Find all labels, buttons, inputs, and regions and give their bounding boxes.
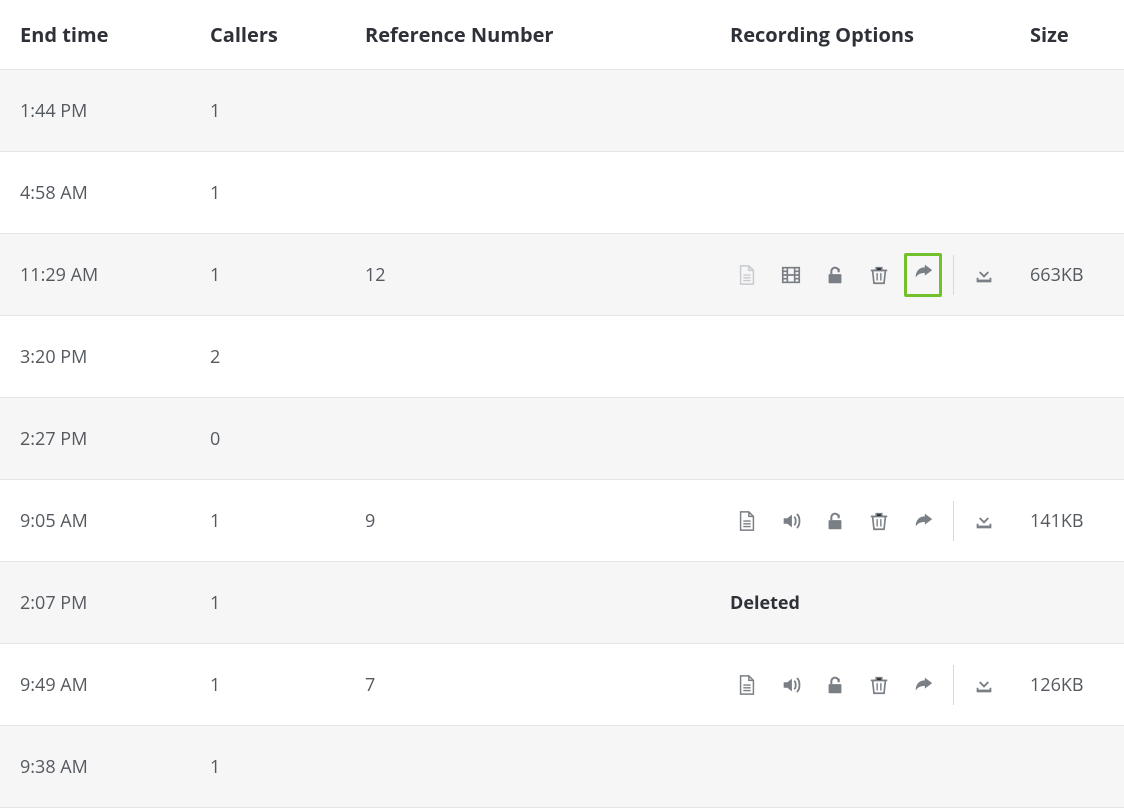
cell-size: 141KB <box>1030 509 1105 533</box>
share-icon[interactable] <box>912 510 934 532</box>
delete-icon[interactable] <box>868 510 890 532</box>
cell-options <box>730 255 1030 295</box>
cell-end-time: 2:07 PM <box>20 591 210 615</box>
cell-reference: 7 <box>365 673 730 697</box>
cell-end-time: 3:20 PM <box>20 345 210 369</box>
header-reference: Reference Number <box>365 21 730 48</box>
cell-options <box>730 665 1030 705</box>
header-end-time: End time <box>20 21 210 48</box>
cell-reference: 12 <box>365 263 730 287</box>
cell-callers: 1 <box>210 755 365 779</box>
cell-size: 126KB <box>1030 673 1105 697</box>
unlock-icon[interactable] <box>824 674 846 696</box>
recording-options <box>730 255 995 295</box>
table-row: 2:27 PM0 <box>0 398 1124 480</box>
cell-callers: 1 <box>210 181 365 205</box>
download-icon[interactable] <box>973 674 995 696</box>
unlock-icon[interactable] <box>824 264 846 286</box>
cell-size: 663KB <box>1030 263 1105 287</box>
table-row: 3:20 PM2 <box>0 316 1124 398</box>
options-divider <box>953 665 954 705</box>
recordings-table: End time Callers Reference Number Record… <box>0 0 1124 808</box>
options-divider <box>953 255 954 295</box>
cell-callers: 1 <box>210 509 365 533</box>
cell-end-time: 9:49 AM <box>20 673 210 697</box>
cell-reference: 9 <box>365 509 730 533</box>
recording-options <box>730 501 995 541</box>
header-options: Recording Options <box>730 21 1030 48</box>
table-row: 2:07 PM1 Deleted <box>0 562 1124 644</box>
table-row: 1:44 PM1 <box>0 70 1124 152</box>
download-icon[interactable] <box>973 510 995 532</box>
cell-callers: 1 <box>210 263 365 287</box>
share-icon[interactable] <box>912 674 934 696</box>
delete-icon[interactable] <box>868 264 890 286</box>
share-icon[interactable] <box>912 261 934 283</box>
cell-callers: 1 <box>210 673 365 697</box>
cell-callers: 2 <box>210 345 365 369</box>
table-row: 4:58 AM1 <box>0 152 1124 234</box>
notes-icon[interactable] <box>736 264 758 286</box>
audio-icon[interactable] <box>780 510 802 532</box>
cell-end-time: 9:05 AM <box>20 509 210 533</box>
cell-end-time: 9:38 AM <box>20 755 210 779</box>
table-row: 9:38 AM1 <box>0 726 1124 808</box>
table-row: 11:29 AM112 663KB <box>0 234 1124 316</box>
header-size: Size <box>1030 21 1105 48</box>
cell-callers: 1 <box>210 591 365 615</box>
cell-options <box>730 501 1030 541</box>
cell-end-time: 2:27 PM <box>20 427 210 451</box>
cell-end-time: 11:29 AM <box>20 263 210 287</box>
notes-icon[interactable] <box>736 510 758 532</box>
delete-icon[interactable] <box>868 674 890 696</box>
notes-icon[interactable] <box>736 674 758 696</box>
cell-callers: 0 <box>210 427 365 451</box>
header-callers: Callers <box>210 21 365 48</box>
cell-callers: 1 <box>210 99 365 123</box>
table-row: 9:49 AM17 126KB <box>0 644 1124 726</box>
video-icon[interactable] <box>780 264 802 286</box>
download-icon[interactable] <box>973 264 995 286</box>
recording-options <box>730 665 995 705</box>
status-deleted: Deleted <box>730 591 800 615</box>
unlock-icon[interactable] <box>824 510 846 532</box>
audio-icon[interactable] <box>780 674 802 696</box>
share-highlight <box>904 253 942 297</box>
table-row: 9:05 AM19 141KB <box>0 480 1124 562</box>
cell-end-time: 1:44 PM <box>20 99 210 123</box>
table-header: End time Callers Reference Number Record… <box>0 0 1124 70</box>
cell-options: Deleted <box>730 591 1030 615</box>
cell-end-time: 4:58 AM <box>20 181 210 205</box>
options-divider <box>953 501 954 541</box>
